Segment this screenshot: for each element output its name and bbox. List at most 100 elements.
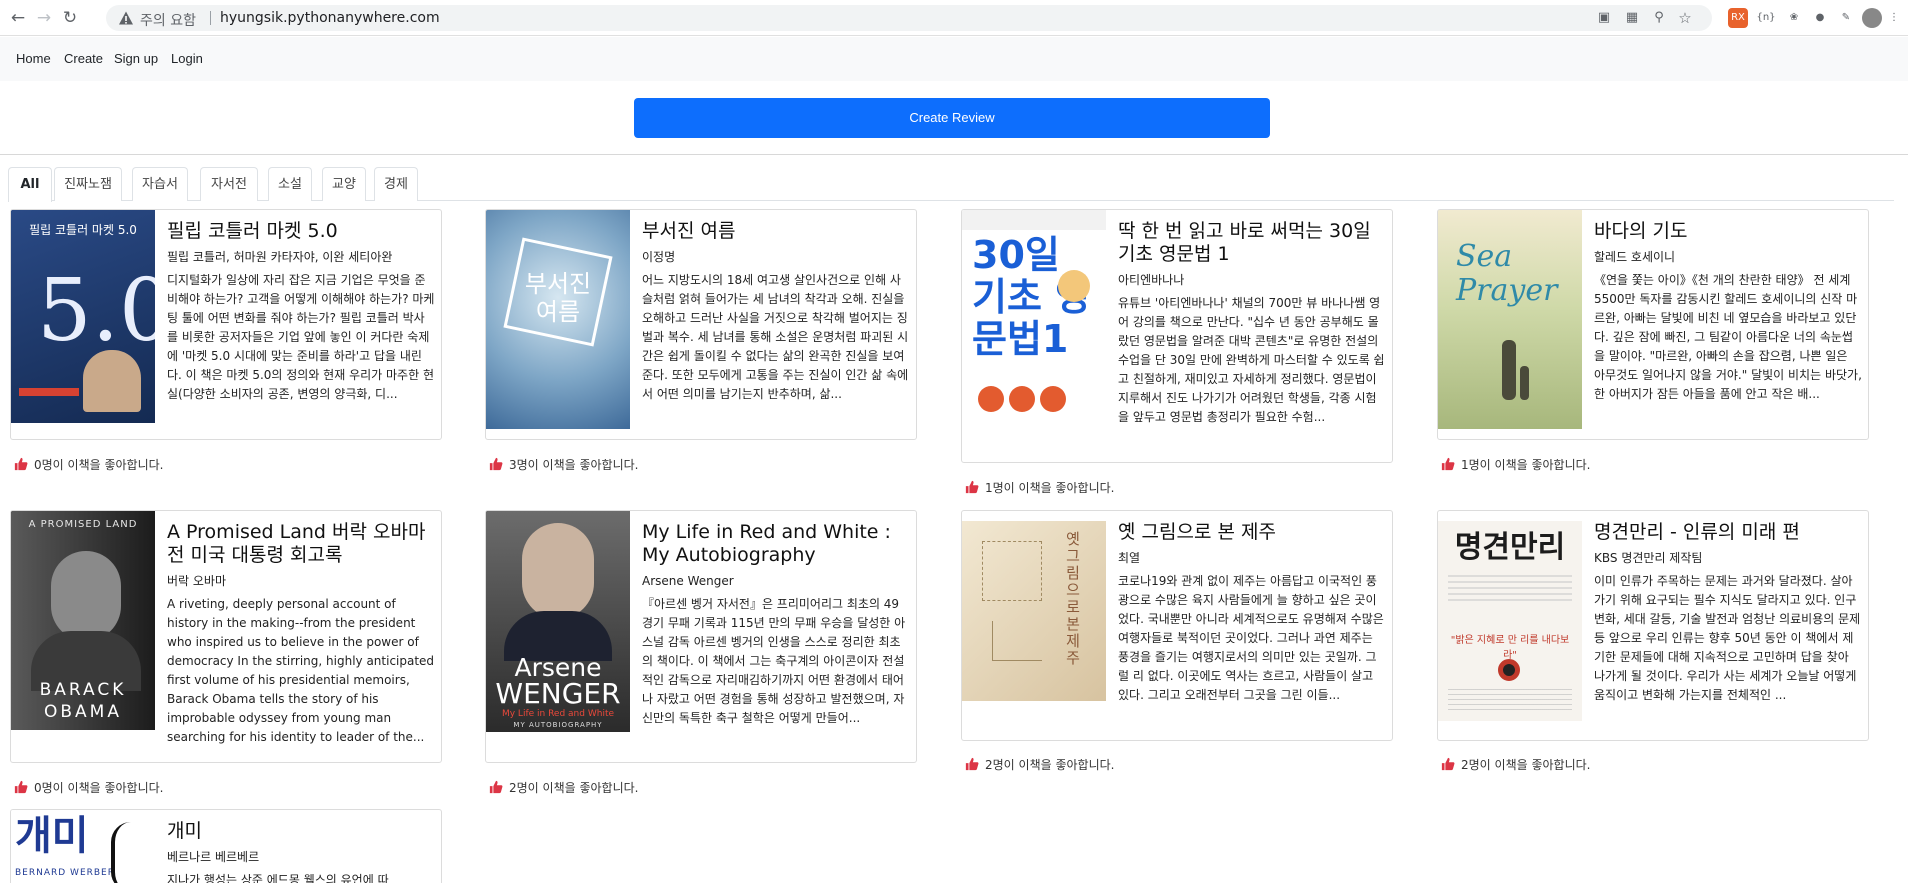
- cover-title: 필립 코틀러 마켓 5.0: [29, 223, 137, 237]
- reload-icon[interactable]: ↻: [60, 8, 80, 28]
- like-count[interactable]: 3명이 이책을 좋아합니다.: [489, 456, 638, 473]
- extension-json-icon[interactable]: {n}: [1756, 8, 1776, 28]
- book-cover[interactable]: 부서진 여름: [486, 210, 630, 429]
- thumbs-up-icon[interactable]: [14, 457, 28, 471]
- book-description: 어느 지방도시의 18세 여고생 살인사건으로 인해 사슬처럼 얽혀 들어가는 …: [642, 273, 909, 401]
- book-title[interactable]: 개미: [167, 820, 435, 843]
- like-count[interactable]: 2명이 이책을 좋아합니다.: [489, 779, 638, 796]
- book-description: 지나가 행성는 상준 에드몽 웰스의 유언에 따: [167, 873, 389, 883]
- like-count-text: 0명이 이책을 좋아합니다.: [34, 458, 164, 472]
- book-card[interactable]: 명견만리 "밝은 지혜로 만 리를 내다보라" 명견만리 - 인류의 미래 편 …: [1437, 510, 1869, 741]
- book-card[interactable]: 개미 BERNARD WERBER 개미 베르나르 베르베르 지나가 행성는 상…: [10, 809, 442, 883]
- url-divider: [210, 11, 211, 25]
- cover-name-last: WENGER: [495, 677, 621, 710]
- forward-icon[interactable]: →: [34, 8, 54, 28]
- book-cover[interactable]: A PROMISED LAND BARACK OBAMA: [11, 511, 155, 730]
- book-author: 최열: [1118, 551, 1141, 565]
- book-card[interactable]: 30일 기초 영문법1 딱 한 번 읽고 바로 써먹는 30일 기초 영문법 1…: [961, 209, 1393, 463]
- thumbs-up-icon[interactable]: [1441, 457, 1455, 471]
- nav-login-link[interactable]: Login: [171, 51, 203, 66]
- cover-subtitle: My Life in Red and White: [501, 709, 615, 719]
- thumbs-up-icon[interactable]: [489, 780, 503, 794]
- book-author: 필립 코틀러, 허마원 카타자야, 이완 세티아완: [167, 250, 393, 264]
- book-author: 아티엔바나나: [1118, 273, 1185, 287]
- browser-menu-icon[interactable]: ⋮: [1884, 8, 1904, 28]
- book-title[interactable]: 바다의 기도: [1594, 220, 1862, 243]
- like-count[interactable]: 1명이 이책을 좋아합니다.: [965, 479, 1114, 496]
- book-card[interactable]: 필립 코틀러 마켓 5.0 5.0 필립 코틀러 마켓 5.0 필립 코틀러, …: [10, 209, 442, 440]
- book-description: 《연을 쫓는 아이》《천 개의 찬란한 태양》 전 세계 5500만 독자를 감…: [1594, 273, 1862, 401]
- book-cover[interactable]: Arsene WENGER My Life in Red and White M…: [486, 511, 630, 732]
- book-author: 이정명: [642, 250, 676, 264]
- warning-icon[interactable]: [118, 10, 134, 26]
- extension-leaf-icon[interactable]: ❀: [1784, 8, 1804, 28]
- book-cover[interactable]: Sea Prayer: [1438, 210, 1582, 429]
- book-description: 이미 인류가 주목하는 문제는 과거와 달라졌다. 살아가기 위해 요구되는 필…: [1594, 574, 1861, 702]
- book-title[interactable]: 명견만리 - 인류의 미래 편: [1594, 521, 1862, 544]
- book-title[interactable]: My Life in Red and White : My Autobiogra…: [642, 521, 910, 567]
- thumbs-up-icon[interactable]: [965, 757, 979, 771]
- extension-drop-icon[interactable]: ●: [1810, 8, 1830, 28]
- book-author: 할레드 호세이니: [1594, 250, 1676, 264]
- url-text[interactable]: hyungsik.pythonanywhere.com: [220, 10, 440, 26]
- like-count[interactable]: 2명이 이책을 좋아합니다.: [965, 756, 1114, 773]
- thumbs-up-icon[interactable]: [965, 480, 979, 494]
- create-review-button[interactable]: Create Review: [634, 98, 1270, 138]
- book-title[interactable]: 딱 한 번 읽고 바로 써먹는 30일 기초 영문법 1: [1118, 220, 1386, 266]
- cover-title: Sea Prayer: [1456, 239, 1558, 308]
- like-count-text: 1명이 이책을 좋아합니다.: [985, 481, 1115, 495]
- nav-home-link[interactable]: Home: [16, 51, 51, 66]
- cover-title: 명견만리: [1454, 530, 1566, 565]
- like-count[interactable]: 0명이 이책을 좋아합니다.: [14, 456, 163, 473]
- tab-novel[interactable]: 소설: [268, 167, 312, 201]
- book-cover[interactable]: 옛 그림으로 본 제주: [962, 521, 1106, 701]
- like-count[interactable]: 0명이 이책을 좋아합니다.: [14, 779, 163, 796]
- book-title[interactable]: 필립 코틀러 마켓 5.0: [167, 220, 435, 243]
- book-title[interactable]: A Promised Land 버락 오바마 전 미국 대통령 회고록: [167, 521, 435, 567]
- book-card[interactable]: 부서진 여름 부서진 여름 이정명 어느 지방도시의 18세 여고생 살인사건으…: [485, 209, 917, 440]
- book-card[interactable]: Sea Prayer 바다의 기도 할레드 호세이니 《연을 쫓는 아이》《천 …: [1437, 209, 1869, 440]
- nav-create-link[interactable]: Create: [64, 51, 103, 66]
- divider: [0, 154, 1908, 155]
- extension-rx-icon[interactable]: RX: [1728, 8, 1748, 28]
- tab-liberal-arts[interactable]: 교양: [322, 167, 366, 201]
- zoom-icon[interactable]: ⚲: [1651, 10, 1667, 26]
- cover-title: 부서진 여름: [524, 270, 592, 326]
- book-card[interactable]: A PROMISED LAND BARACK OBAMA A Promised …: [10, 510, 442, 763]
- book-cover[interactable]: 개미 BERNARD WERBER: [11, 810, 155, 883]
- tab-tutorial[interactable]: 자습서: [132, 167, 188, 201]
- like-count-text: 2명이 이책을 좋아합니다.: [509, 781, 639, 795]
- tab-boring[interactable]: 진짜노잼: [54, 167, 122, 201]
- thumbs-up-icon[interactable]: [1441, 757, 1455, 771]
- book-description: 디지털화가 일상에 자리 잡은 지금 기업은 무엇을 준비해야 하는가? 고객을…: [167, 273, 435, 401]
- book-cover[interactable]: 30일 기초 영문법1: [962, 210, 1106, 422]
- tab-autobiography[interactable]: 자서전: [200, 167, 258, 201]
- book-description: 유튜브 '아티엔바나나' 채널의 700만 뷰 바나나쌤 영어 강의를 책으로 …: [1118, 296, 1385, 424]
- book-title[interactable]: 옛 그림으로 본 제주: [1118, 521, 1386, 544]
- address-bar[interactable]: 주의 요함 hyungsik.pythonanywhere.com ▣ ▦ ⚲ …: [106, 5, 1712, 31]
- book-title[interactable]: 부서진 여름: [642, 220, 910, 243]
- bookmark-star-icon[interactable]: ☆: [1677, 10, 1693, 26]
- thumbs-up-icon[interactable]: [14, 780, 28, 794]
- tab-economics[interactable]: 경제: [374, 167, 418, 201]
- profile-avatar-icon[interactable]: [1862, 8, 1882, 28]
- nav-signup-link[interactable]: Sign up: [114, 51, 158, 66]
- book-cover[interactable]: 명견만리 "밝은 지혜로 만 리를 내다보라": [1438, 521, 1582, 721]
- like-count[interactable]: 1명이 이책을 좋아합니다.: [1441, 456, 1590, 473]
- cover-title: 옛 그림으로 본 제주: [1066, 530, 1080, 667]
- book-card[interactable]: 옛 그림으로 본 제주 옛 그림으로 본 제주 최열 코로나19와 관계 없이 …: [961, 510, 1393, 741]
- book-card[interactable]: Arsene WENGER My Life in Red and White M…: [485, 510, 917, 763]
- back-icon[interactable]: ←: [8, 8, 28, 28]
- tab-all[interactable]: All: [8, 167, 52, 202]
- cast-icon[interactable]: ▣: [1596, 10, 1612, 26]
- thumbs-up-icon[interactable]: [489, 457, 503, 471]
- site-navbar: Home Create Sign up Login: [0, 37, 1908, 81]
- category-tabs: All 진짜노잼 자습서 자서전 소설 교양 경제: [8, 167, 1894, 202]
- security-warning-label[interactable]: 주의 요함: [140, 10, 196, 30]
- qr-code-icon[interactable]: ▦: [1624, 10, 1640, 26]
- extensions-puzzle-icon[interactable]: ✎: [1836, 8, 1856, 28]
- like-count[interactable]: 2명이 이책을 좋아합니다.: [1441, 756, 1590, 773]
- book-author: 버락 오바마: [167, 574, 227, 588]
- like-count-text: 3명이 이책을 좋아합니다.: [509, 458, 639, 472]
- book-cover[interactable]: 필립 코틀러 마켓 5.0 5.0: [11, 210, 155, 423]
